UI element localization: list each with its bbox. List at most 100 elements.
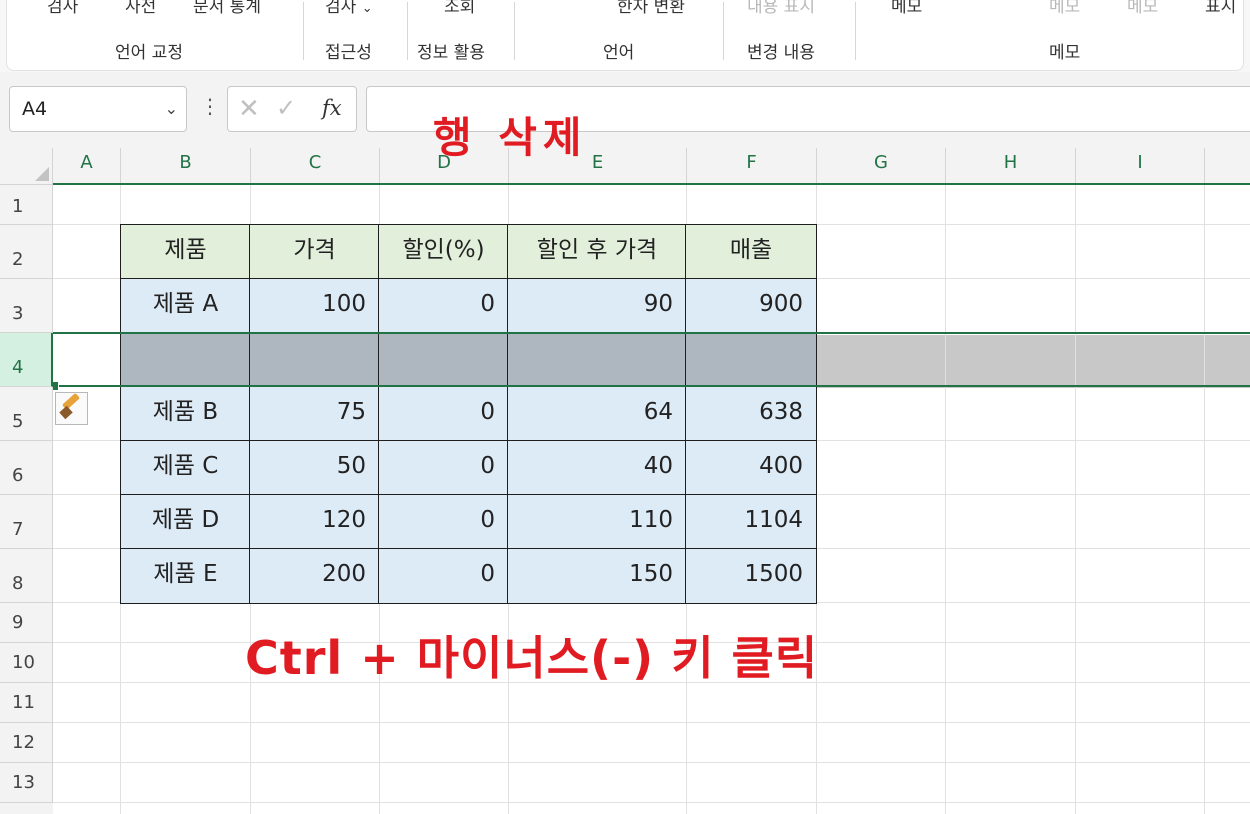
row-header-10[interactable]: 10 bbox=[0, 643, 53, 683]
group-language-label: 언어 bbox=[603, 43, 635, 63]
cancel-icon[interactable]: ✕ bbox=[238, 94, 260, 124]
column-header-c[interactable]: C bbox=[251, 148, 380, 185]
table-header-cell[interactable]: 매출 bbox=[685, 224, 817, 280]
table-cell[interactable]: 75 bbox=[249, 386, 380, 442]
select-all-button[interactable] bbox=[0, 148, 53, 185]
row-header-2[interactable]: 2 bbox=[0, 225, 53, 279]
table-cell[interactable]: 150 bbox=[507, 548, 687, 604]
ribbon-prev-note-button[interactable]: 메모 bbox=[1049, 0, 1080, 17]
table-cell[interactable]: 1500 bbox=[685, 548, 817, 604]
ribbon-separator bbox=[723, 2, 724, 60]
table-cell[interactable]: 40 bbox=[507, 440, 687, 496]
formula-buttons: ✕ ✓ fx bbox=[227, 86, 357, 132]
name-box[interactable]: A4 ⌄ bbox=[9, 86, 187, 132]
row-header-5[interactable]: 5 bbox=[0, 387, 53, 441]
worksheet-grid: A B C D E F G H I 1 2 3 4 5 6 7 8 9 10 1… bbox=[0, 148, 1250, 814]
ribbon-separator bbox=[855, 2, 856, 60]
column-header-a[interactable]: A bbox=[53, 148, 121, 185]
table-cell[interactable]: 0 bbox=[378, 548, 509, 604]
ribbon-accessibility-check-button[interactable]: 검사 ⌄ bbox=[325, 0, 373, 17]
chevron-down-icon: ⌄ bbox=[361, 1, 373, 16]
table-header-cell[interactable]: 할인 후 가격 bbox=[507, 224, 687, 280]
column-header-i[interactable]: I bbox=[1076, 148, 1205, 185]
table-cell[interactable]: 90 bbox=[507, 278, 687, 334]
gridline bbox=[53, 722, 1250, 723]
row-headers: 1 2 3 4 5 6 7 8 9 10 11 12 13 bbox=[0, 185, 53, 814]
ribbon-new-note-button[interactable]: 메모 bbox=[891, 0, 922, 17]
row-header-6[interactable]: 6 bbox=[0, 441, 53, 495]
ribbon-separator bbox=[407, 2, 408, 60]
table-cell[interactable]: 0 bbox=[378, 278, 509, 334]
ribbon-thesaurus-button[interactable]: 사전 bbox=[125, 0, 156, 17]
table-cell[interactable]: 0 bbox=[378, 386, 509, 442]
ribbon-spelling-button[interactable]: 검사 bbox=[47, 0, 78, 17]
table-cell[interactable]: 1104 bbox=[685, 494, 817, 550]
table-cell[interactable]: 120 bbox=[249, 494, 380, 550]
table-header-cell[interactable]: 할인(%) bbox=[378, 224, 509, 280]
column-header-h[interactable]: H bbox=[946, 148, 1076, 185]
table-cell[interactable]: 638 bbox=[685, 386, 817, 442]
gridline bbox=[53, 762, 1250, 763]
group-insights-label: 정보 활용 bbox=[417, 43, 485, 63]
column-header-f[interactable]: F bbox=[687, 148, 817, 185]
table-cell[interactable]: 제품 A bbox=[120, 278, 251, 334]
table-cell[interactable]: 제품 C bbox=[120, 440, 251, 496]
row-header-8[interactable]: 8 bbox=[0, 549, 53, 603]
select-all-triangle-icon bbox=[35, 167, 49, 181]
column-header-j[interactable] bbox=[1205, 148, 1250, 185]
row-header-13[interactable]: 13 bbox=[0, 763, 53, 803]
row-header-12[interactable]: 12 bbox=[0, 723, 53, 763]
gridline bbox=[1204, 185, 1205, 814]
ribbon-accessibility-label: 검사 bbox=[325, 0, 357, 17]
paintbrush-bristle bbox=[59, 405, 73, 420]
row-header-7[interactable]: 7 bbox=[0, 495, 53, 549]
ribbon: 검사 사전 문서 통계 검사 ⌄ 조회 한자 변환 내용 표시 메모 메모 메모… bbox=[0, 0, 1250, 73]
table-cell[interactable]: 400 bbox=[685, 440, 817, 496]
group-notes-label: 메모 bbox=[1049, 43, 1081, 63]
row-header-3[interactable]: 3 bbox=[0, 279, 53, 333]
annotation-instruction: Ctrl + 마이너스(-) 키 클릭 bbox=[245, 631, 819, 685]
group-accessibility-label: 접근성 bbox=[325, 43, 372, 63]
table-cell[interactable]: 제품 B bbox=[120, 386, 251, 442]
gridline bbox=[1075, 185, 1076, 814]
table-cell[interactable]: 제품 D bbox=[120, 494, 251, 550]
ribbon-panel: 검사 사전 문서 통계 검사 ⌄ 조회 한자 변환 내용 표시 메모 메모 메모… bbox=[6, 0, 1244, 71]
ribbon-workbook-stats-button[interactable]: 문서 통계 bbox=[193, 0, 261, 17]
ribbon-smart-lookup-button[interactable]: 조회 bbox=[444, 0, 475, 17]
table-cell[interactable]: 100 bbox=[249, 278, 380, 334]
table-header-cell[interactable]: 제품 bbox=[120, 224, 251, 280]
table-cell[interactable]: 110 bbox=[507, 494, 687, 550]
chevron-down-icon[interactable]: ⌄ bbox=[165, 99, 178, 118]
group-changes-label: 변경 내용 bbox=[747, 43, 815, 63]
table-header-cell[interactable]: 가격 bbox=[249, 224, 380, 280]
ribbon-separator bbox=[514, 2, 515, 60]
column-headers: A B C D E F G H I bbox=[53, 148, 1250, 185]
more-options-icon[interactable]: ⋮ bbox=[200, 94, 220, 118]
group-proofing-label: 언어 교정 bbox=[115, 43, 183, 63]
row-header-11[interactable]: 11 bbox=[0, 683, 53, 723]
gridline bbox=[53, 802, 1250, 803]
table-cell[interactable]: 0 bbox=[378, 494, 509, 550]
cell-area[interactable]: 제품 가격 할인(%) 할인 후 가격 매출 제품 A 100 0 90 900… bbox=[53, 185, 1250, 814]
table-cell[interactable]: 50 bbox=[249, 440, 380, 496]
fill-handle[interactable] bbox=[53, 381, 59, 391]
table-cell[interactable]: 200 bbox=[249, 548, 380, 604]
table-cell[interactable]: 900 bbox=[685, 278, 817, 334]
ribbon-next-note-button[interactable]: 메모 bbox=[1127, 0, 1158, 17]
row-header-1[interactable]: 1 bbox=[0, 185, 53, 225]
row-header-4[interactable]: 4 bbox=[0, 333, 53, 387]
paste-options-button[interactable] bbox=[55, 392, 88, 425]
ribbon-show-changes-button[interactable]: 내용 표시 bbox=[747, 0, 815, 17]
ribbon-separator bbox=[303, 2, 304, 60]
enter-icon[interactable]: ✓ bbox=[276, 94, 296, 122]
table-cell[interactable]: 제품 E bbox=[120, 548, 251, 604]
table-cell[interactable]: 64 bbox=[507, 386, 687, 442]
ribbon-hanja-convert-button[interactable]: 한자 변환 bbox=[617, 0, 685, 17]
insert-function-icon[interactable]: fx bbox=[322, 96, 342, 120]
ribbon-show-notes-button[interactable]: 표시 bbox=[1205, 0, 1236, 17]
row-header-9[interactable]: 9 bbox=[0, 603, 53, 643]
column-header-b[interactable]: B bbox=[121, 148, 251, 185]
row-selection-outline bbox=[53, 332, 1250, 387]
column-header-g[interactable]: G bbox=[817, 148, 946, 185]
table-cell[interactable]: 0 bbox=[378, 440, 509, 496]
